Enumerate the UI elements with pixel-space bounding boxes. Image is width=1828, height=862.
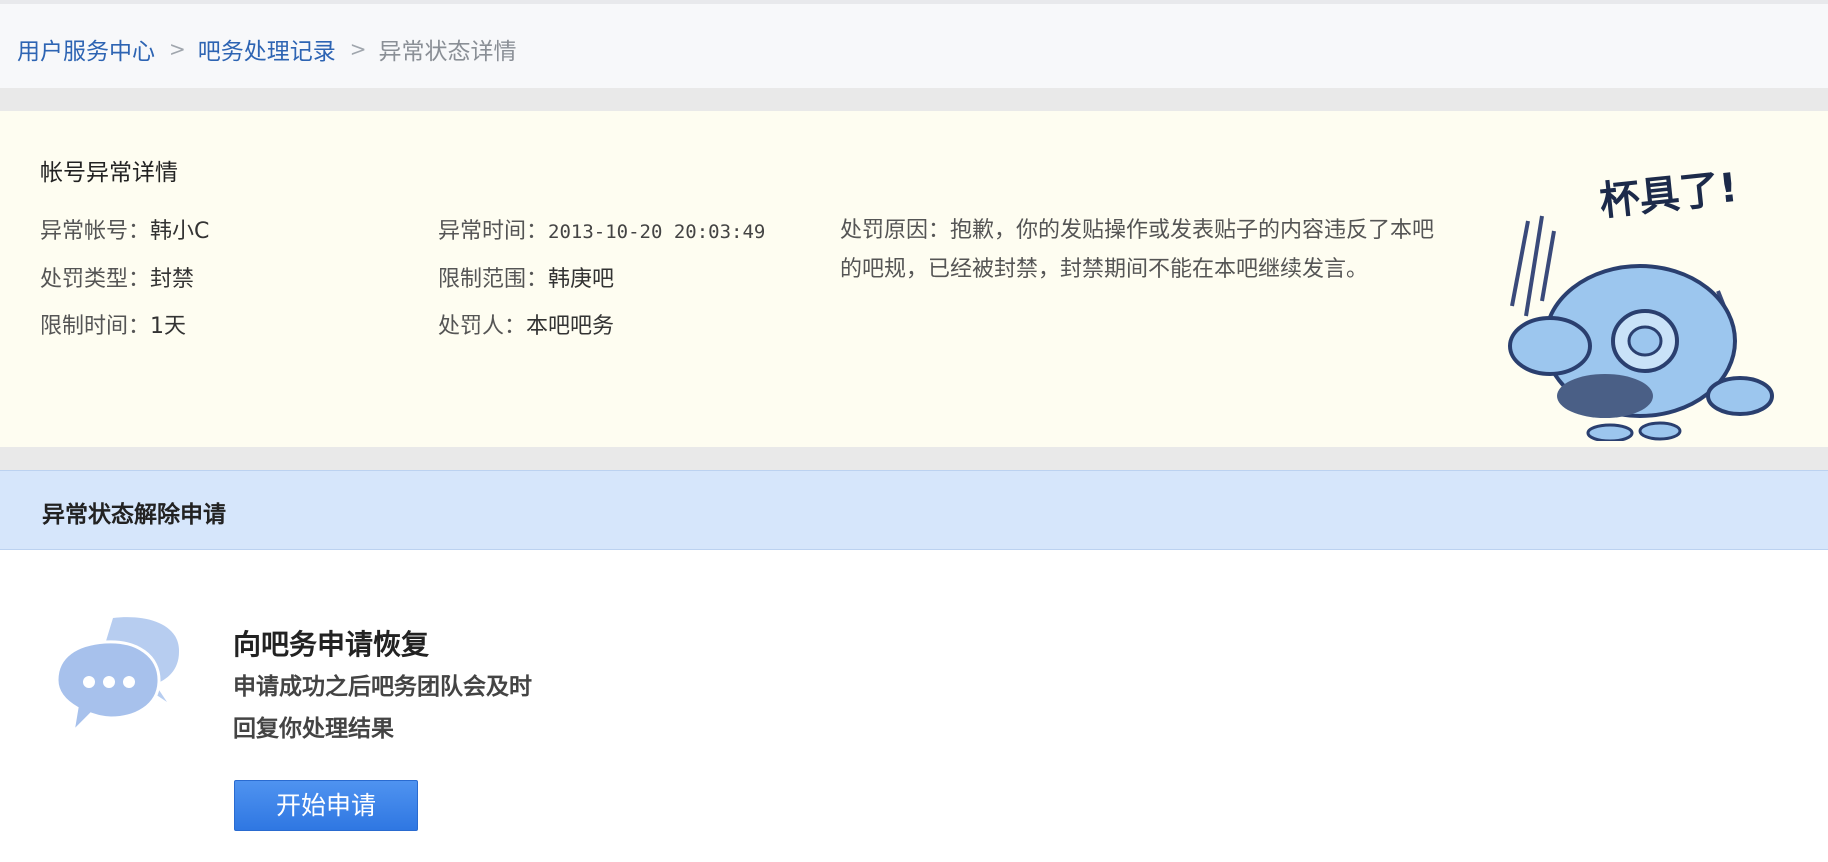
apply-description-line: 回复你处理结果 [233,716,394,742]
chevron-right-icon: > [169,37,186,61]
restriction-scope-label: 限制范围： [438,267,549,292]
punishment-reason-label: 处罚原因： [840,218,951,243]
chevron-right-icon: > [349,37,367,61]
abnormal-time-label: 异常时间： [438,219,549,244]
punishment-reason: 处罚原因：抱歉，你的发贴操作或发表贴子的内容违反了本吧的吧规，已经被封禁，封禁期… [840,211,1445,289]
detail-title: 帐号异常详情 [40,160,178,186]
punisher-label: 处罚人： [438,314,527,339]
divider-band [0,447,1828,470]
divider-band [0,88,1828,111]
breadcrumb-link-user-service-center[interactable]: 用户服务中心 [17,32,155,66]
breadcrumb: 用户服务中心 > 吧务处理记录 > 异常状态详情 [17,32,517,66]
start-application-button[interactable]: 开始申请 [234,780,418,831]
breadcrumb-current: 异常状态详情 [378,39,517,65]
punishment-type-label: 处罚类型： [40,267,151,292]
restriction-duration-field: 限制时间：1天 [40,308,186,340]
punisher-value: 本吧吧务 [526,314,615,339]
section-title: 异常状态解除申请 [42,502,226,528]
punishment-type-field: 处罚类型：封禁 [40,261,194,293]
abnormal-time-field: 异常时间：2013-10-20 20:03:49 [438,213,765,245]
punishment-type-value: 封禁 [150,267,195,292]
abnormal-account-field: 异常帐号：韩小C [40,213,209,245]
breadcrumb-bar: 用户服务中心 > 吧务处理记录 > 异常状态详情 [0,0,1828,88]
account-detail-panel: 帐号异常详情 异常帐号：韩小C 处罚类型：封禁 限制时间：1天 异常时间：201… [0,111,1828,447]
page: 用户服务中心 > 吧务处理记录 > 异常状态详情 帐号异常详情 异常帐号：韩小C… [0,0,1828,862]
breadcrumb-link-moderation-records[interactable]: 吧务处理记录 [198,32,336,66]
restriction-scope-value: 韩庚吧 [548,267,615,292]
mascot-caption: 杯具了! [1598,165,1740,225]
sad-mascot-illustration: 杯具了! [1508,165,1774,441]
restriction-scope-field: 限制范围：韩庚吧 [438,261,614,293]
restriction-duration-label: 限制时间： [40,314,151,339]
chat-bubble-icon [55,617,180,734]
apply-title: 向吧务申请恢复 [233,628,430,661]
apply-description: 申请成功之后吧务团队会及时 回复你处理结果 [233,666,593,750]
apply-description-line: 申请成功之后吧务团队会及时 [233,674,532,700]
abnormal-account-value: 韩小C [150,219,210,244]
punisher-field: 处罚人：本吧吧务 [438,308,614,340]
section-header: 异常状态解除申请 [0,470,1828,550]
restriction-duration-value: 1天 [150,314,187,339]
abnormal-time-value: 2013-10-20 20:03:49 [548,221,766,243]
abnormal-account-label: 异常帐号： [40,219,151,244]
